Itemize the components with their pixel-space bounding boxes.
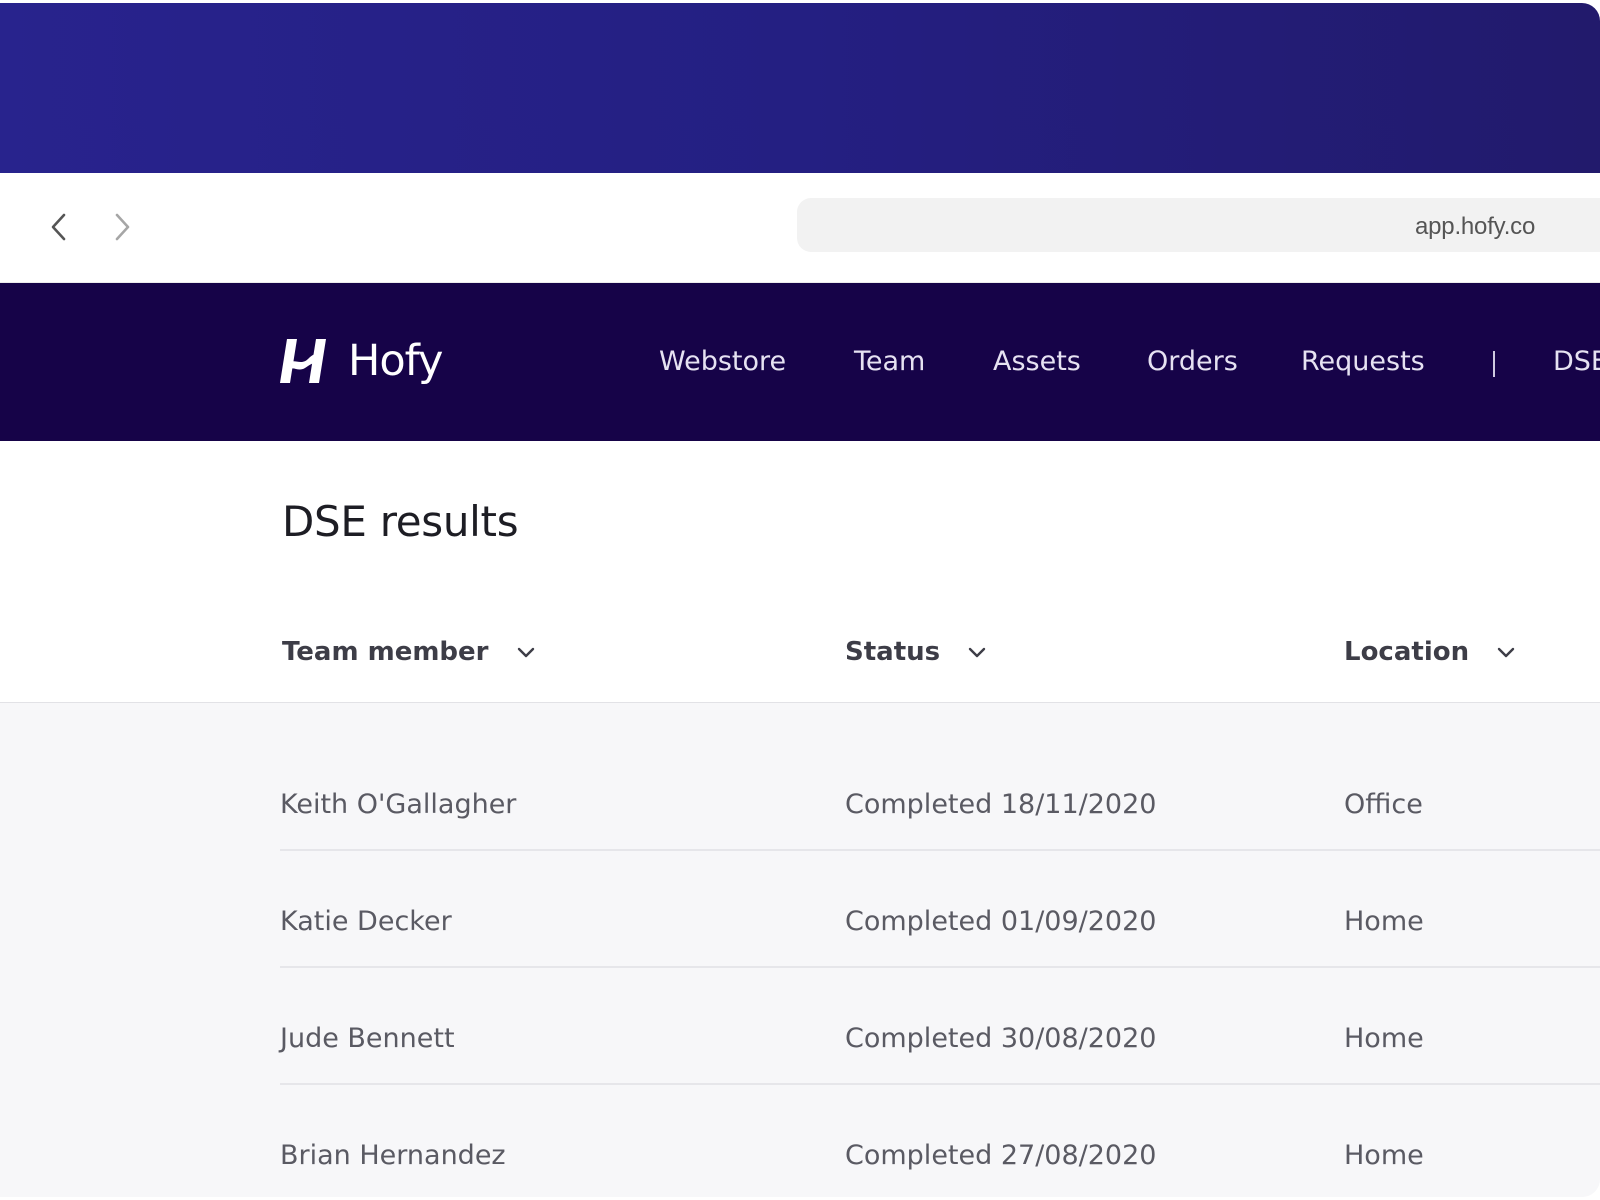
cell-location: Office (1344, 789, 1423, 820)
browser-window: app.hofy.co Hofy Webstore Team Assets Or… (0, 3, 1600, 1197)
nav-webstore[interactable]: Webstore (659, 348, 786, 375)
chevron-down-icon (968, 647, 986, 658)
cell-status: Completed 27/08/2020 (845, 1140, 1157, 1171)
logo-text: Hofy (348, 335, 443, 386)
window-titlebar (0, 3, 1600, 173)
nav-assets[interactable]: Assets (993, 348, 1081, 375)
column-team-member[interactable]: Team member (282, 639, 537, 665)
cell-team-member: Brian Hernandez (280, 1140, 506, 1171)
nav-requests[interactable]: Requests (1301, 348, 1425, 375)
cell-location: Home (1344, 1023, 1424, 1054)
chevron-down-icon (1497, 647, 1515, 658)
cell-status: Completed 30/08/2020 (845, 1023, 1157, 1054)
hofy-logo[interactable]: Hofy (278, 335, 443, 387)
cell-team-member: Jude Bennett (280, 1023, 455, 1054)
screenshot-frame: app.hofy.co Hofy Webstore Team Assets Or… (0, 0, 1600, 1200)
table-row[interactable]: Keith O'Gallagher Completed 18/11/2020 O… (280, 733, 1600, 851)
table-body: Keith O'Gallagher Completed 18/11/2020 O… (0, 703, 1600, 1197)
url-text: app.hofy.co (1415, 213, 1536, 240)
chevron-left-icon[interactable] (40, 207, 80, 247)
chevron-down-icon (517, 647, 534, 658)
chevron-right-icon[interactable] (101, 207, 141, 247)
column-status[interactable]: Status (845, 639, 988, 665)
column-label: Location (1344, 637, 1470, 667)
cell-location: Home (1344, 1140, 1424, 1171)
hofy-logo-icon (280, 339, 326, 383)
table-row[interactable]: Jude Bennett Completed 30/08/2020 Home (280, 967, 1600, 1085)
address-bar[interactable]: app.hofy.co (797, 198, 1600, 252)
table-row[interactable]: Brian Hernandez Completed 27/08/2020 Hom… (280, 1084, 1600, 1197)
nav-orders[interactable]: Orders (1147, 348, 1238, 375)
cell-status: Completed 01/09/2020 (845, 906, 1157, 937)
cell-status: Completed 18/11/2020 (845, 789, 1157, 820)
nav-team[interactable]: Team (854, 348, 925, 375)
browser-toolbar: app.hofy.co (0, 173, 1600, 283)
column-label: Status (845, 637, 941, 667)
table-header: Team member Status Location (0, 603, 1600, 703)
cell-team-member: Katie Decker (280, 906, 452, 937)
column-location[interactable]: Location (1344, 639, 1517, 665)
page-header: DSE results (0, 441, 1600, 604)
page-title: DSE results (282, 497, 519, 546)
table-row[interactable]: Katie Decker Completed 01/09/2020 Home (280, 850, 1600, 968)
nav-dse[interactable]: DSE (1553, 348, 1600, 375)
app-header: Hofy Webstore Team Assets Orders Request… (0, 283, 1600, 441)
column-label: Team member (282, 637, 489, 667)
cell-location: Home (1344, 906, 1424, 937)
nav-divider (1493, 351, 1495, 377)
cell-team-member: Keith O'Gallagher (280, 789, 517, 820)
